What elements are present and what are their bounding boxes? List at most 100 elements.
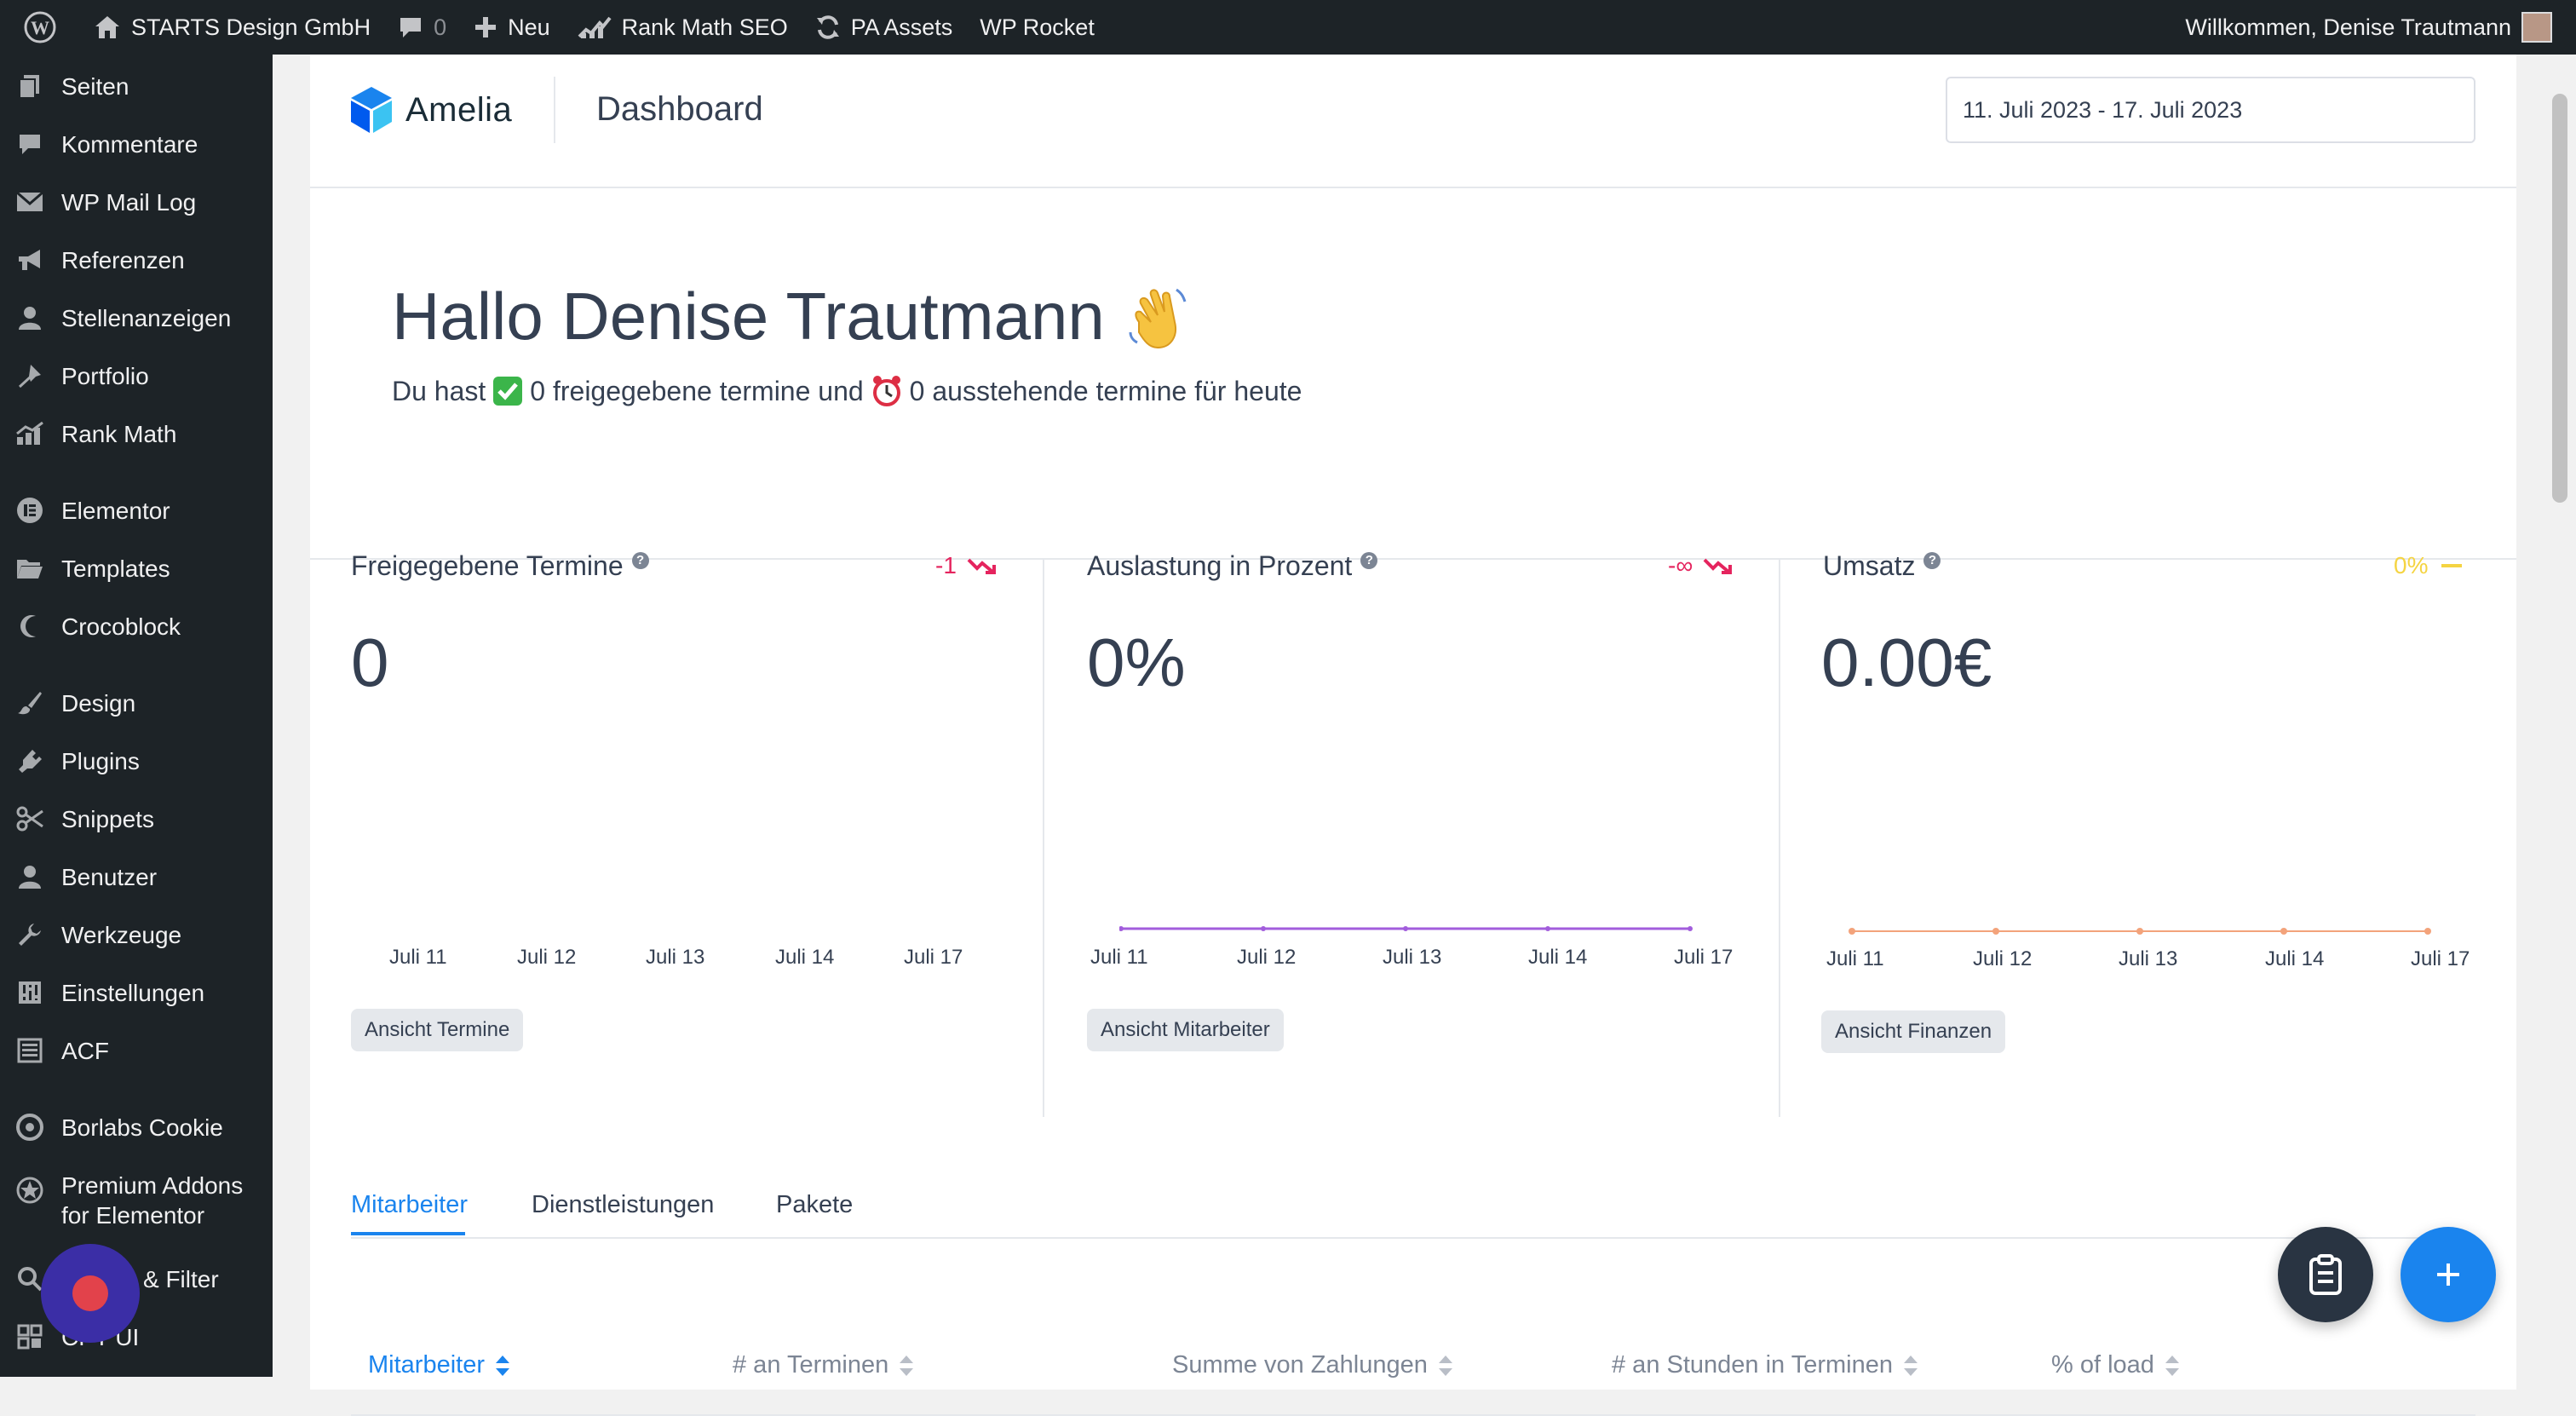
help-icon[interactable]: ? bbox=[1360, 551, 1378, 569]
wrench-icon bbox=[15, 920, 44, 949]
approved-appointments-text: 0 freigegebene termine und bbox=[530, 375, 864, 406]
utilization-line-chart bbox=[1119, 926, 1693, 931]
tab-pakete[interactable]: Pakete bbox=[776, 1191, 853, 1219]
site-name: STARTS Design GmbH bbox=[131, 14, 371, 40]
dashboard-header: Amelia Dashboard 11. Juli 2023 - 17. Jul… bbox=[310, 55, 2516, 188]
customer-support-button[interactable] bbox=[2278, 1227, 2373, 1322]
stat-title: Auslastung in Prozent ? bbox=[1087, 550, 1378, 582]
avatar bbox=[2521, 12, 2552, 43]
pa-assets-link[interactable]: PA Assets bbox=[802, 0, 967, 55]
view-employees-button[interactable]: Ansicht Mitarbeiter bbox=[1087, 1009, 1284, 1051]
x-axis-label: Juli 17 bbox=[1674, 946, 1734, 969]
sidebar-item-crocoblock[interactable]: Crocoblock bbox=[0, 612, 273, 642]
chart-point bbox=[1403, 926, 1408, 931]
rankmath-icon bbox=[578, 16, 612, 38]
chart-point bbox=[1849, 928, 1855, 935]
brush-icon bbox=[15, 688, 44, 717]
grid-icon bbox=[15, 1036, 44, 1065]
sidebar-item-benutzer[interactable]: Benutzer bbox=[0, 862, 273, 892]
comments-count: 0 bbox=[434, 14, 447, 40]
svg-text:W: W bbox=[31, 17, 49, 38]
pages-icon bbox=[15, 72, 44, 101]
tab-mitarbeiter[interactable]: Mitarbeiter bbox=[351, 1191, 468, 1219]
stat-trend: -1 bbox=[935, 552, 996, 579]
sidebar-item-cpt-ui[interactable]: CPT UI bbox=[0, 1322, 273, 1352]
sidebar-item-borlabs-cookie[interactable]: Borlabs Cookie bbox=[0, 1113, 273, 1143]
x-axis-label: Juli 13 bbox=[646, 946, 705, 969]
stats-divider-2 bbox=[1779, 560, 1780, 1149]
wp-rocket-link[interactable]: WP Rocket bbox=[966, 0, 1108, 55]
account-menu[interactable]: Willkommen, Denise Trautmann bbox=[2171, 0, 2566, 55]
sidebar-item-kommentare[interactable]: Kommentare bbox=[0, 130, 273, 159]
star-icon bbox=[15, 1176, 44, 1205]
scissors-icon bbox=[15, 804, 44, 833]
stat-title: Umsatz ? bbox=[1823, 550, 1941, 582]
sidebar-item-rank-math[interactable]: Rank Math bbox=[0, 419, 273, 449]
sort-icon bbox=[1903, 1355, 1918, 1376]
sidebar-item-elementor[interactable]: Elementor bbox=[0, 496, 273, 526]
view-finances-button[interactable]: Ansicht Finanzen bbox=[1821, 1010, 2006, 1053]
megaphone-icon bbox=[15, 245, 44, 274]
welcome-greeting: Hallo Denise Trautmann bbox=[392, 279, 1105, 354]
cookie-icon bbox=[15, 1113, 44, 1142]
trend-down-icon bbox=[1703, 558, 1733, 574]
welcome-summary: Du hast 0 freigegebene termine und 0 aus… bbox=[392, 375, 1302, 407]
welcome-card bbox=[310, 188, 2516, 560]
sidebar-item-einstellungen[interactable]: Einstellungen bbox=[0, 978, 273, 1008]
elementor-icon bbox=[15, 496, 44, 525]
crocoblock-icon bbox=[15, 612, 44, 641]
x-axis-label: Juli 11 bbox=[389, 946, 447, 969]
column-header-hours[interactable]: # an Stunden in Terminen bbox=[1612, 1351, 1918, 1379]
tabs-divider bbox=[351, 1237, 2475, 1239]
chart-point bbox=[1261, 926, 1266, 931]
sidebar-item-templates[interactable]: Templates bbox=[0, 554, 273, 584]
x-axis-label: Juli 11 bbox=[1826, 947, 1884, 970]
column-header-load[interactable]: % of load bbox=[2051, 1351, 2180, 1379]
help-icon[interactable]: ? bbox=[1923, 551, 1941, 569]
rank-math-seo-link[interactable]: Rank Math SEO bbox=[564, 0, 802, 55]
column-header-mitarbeiter[interactable]: Mitarbeiter bbox=[368, 1351, 510, 1379]
page-scrollbar-thumb[interactable] bbox=[2552, 94, 2567, 503]
x-axis-label: Juli 17 bbox=[904, 946, 963, 969]
amelia-logo-icon bbox=[351, 87, 392, 133]
sidebar-item-design[interactable]: Design bbox=[0, 688, 273, 718]
page-title: Dashboard bbox=[596, 90, 763, 128]
x-axis-label: Juli 12 bbox=[1973, 947, 2033, 970]
screen-record-button[interactable] bbox=[41, 1244, 140, 1343]
sidebar-item-snippets[interactable]: Snippets bbox=[0, 804, 273, 834]
sidebar-item-plugins[interactable]: Plugins bbox=[0, 746, 273, 776]
mail-icon bbox=[15, 187, 44, 216]
sidebar-item-acf[interactable]: ACF bbox=[0, 1036, 273, 1066]
date-range-picker[interactable]: 11. Juli 2023 - 17. Juli 2023 bbox=[1946, 77, 2475, 143]
stat-value: 0.00€ bbox=[1821, 625, 1992, 700]
stat-value: 0% bbox=[1087, 625, 1186, 700]
sidebar-item-referenzen[interactable]: Referenzen bbox=[0, 245, 273, 275]
comment-icon bbox=[400, 18, 422, 37]
tab-dienstleistungen[interactable]: Dienstleistungen bbox=[532, 1191, 714, 1219]
chart-point bbox=[1119, 926, 1124, 931]
sidebar-item-wp-mail-log[interactable]: WP Mail Log bbox=[0, 187, 273, 217]
user-icon bbox=[15, 862, 44, 891]
x-axis-label: Juli 14 bbox=[1528, 946, 1588, 969]
stat-value: 0 bbox=[351, 625, 389, 700]
column-header-payments[interactable]: Summe von Zahlungen bbox=[1172, 1351, 1453, 1379]
sidebar-item-portfolio[interactable]: Portfolio bbox=[0, 361, 273, 391]
sidebar-item-premium-addons[interactable]: Premium Addons for Elementor bbox=[0, 1171, 273, 1230]
welcome-heading: Hallo Denise Trautmann bbox=[392, 278, 1193, 355]
sidebar-item-werkzeuge[interactable]: Werkzeuge bbox=[0, 920, 273, 950]
column-header-appointments[interactable]: # an Terminen bbox=[733, 1351, 914, 1379]
sort-icon bbox=[496, 1355, 509, 1376]
view-appointments-button[interactable]: Ansicht Termine bbox=[351, 1009, 524, 1051]
x-axis-label: Juli 12 bbox=[517, 946, 577, 969]
site-name-link[interactable]: STARTS Design GmbH bbox=[80, 0, 384, 55]
sidebar-item-stellenanzeigen[interactable]: Stellenanzeigen bbox=[0, 303, 273, 333]
new-content-link[interactable]: Neu bbox=[460, 0, 564, 55]
wordpress-icon: W bbox=[24, 11, 56, 43]
chart-point bbox=[2280, 928, 2287, 935]
sidebar-item-seiten[interactable]: Seiten bbox=[0, 72, 273, 101]
wordpress-logo-button[interactable]: W bbox=[10, 0, 80, 55]
comments-link[interactable]: 0 bbox=[384, 0, 460, 55]
clipboard-icon bbox=[2309, 1254, 2342, 1295]
add-new-button[interactable] bbox=[2401, 1227, 2496, 1322]
help-icon[interactable]: ? bbox=[631, 551, 649, 569]
